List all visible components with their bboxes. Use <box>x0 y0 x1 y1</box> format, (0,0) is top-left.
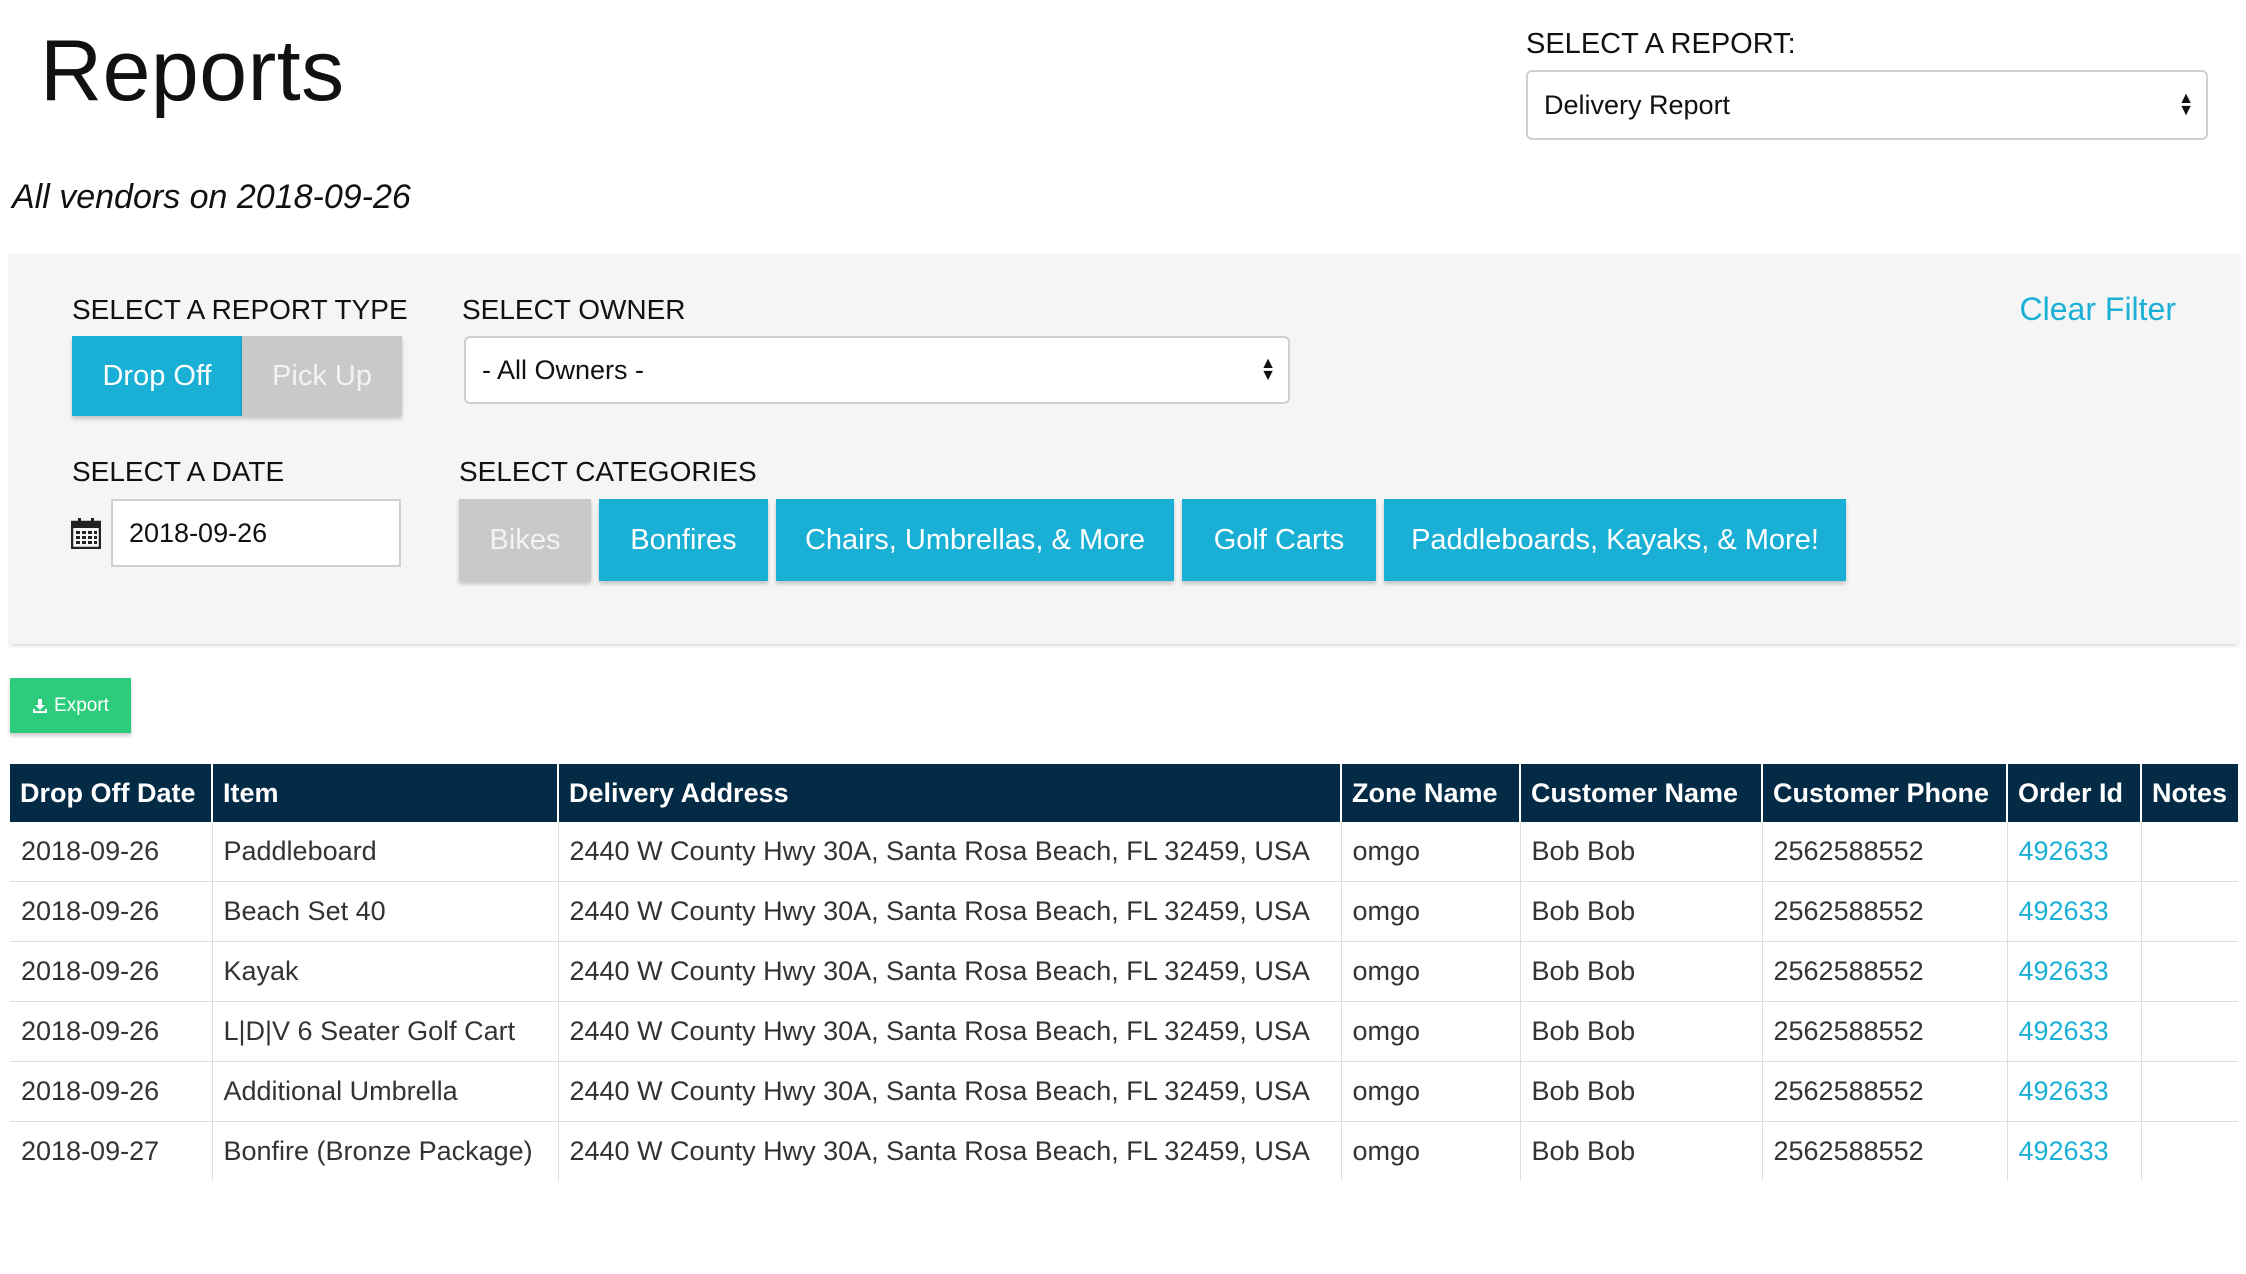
table-row: 2018-09-26 Additional Umbrella 2440 W Coun… <box>10 1061 2238 1122</box>
cell-notes <box>2141 822 2238 882</box>
select-arrows-icon: ▲ ▼ <box>1260 355 1276 384</box>
column-header-item[interactable]: Item <box>212 764 559 822</box>
cell-delivery-address: 2440 W County Hwy 30A, Santa Rosa Beach,… <box>558 1061 1342 1122</box>
calendar-icon[interactable] <box>71 517 101 549</box>
cell-customer-name: Bob Bob <box>1520 1061 1763 1122</box>
cell-customer-phone: 2562588552 <box>1762 1121 2008 1181</box>
cell-customer-phone: 2562588552 <box>1762 941 2008 1002</box>
pick-up-button[interactable]: Pick Up <box>242 336 402 416</box>
date-input[interactable]: 2018-09-26 <box>111 499 401 567</box>
cell-drop-off-date: 2018-09-27 <box>10 1121 213 1181</box>
cell-customer-phone: 2562588552 <box>1762 822 2008 882</box>
cell-zone-name: omgo <box>1341 822 1521 882</box>
order-id-link[interactable]: 492633 <box>2007 941 2142 1002</box>
clear-filter-link[interactable]: Clear Filter <box>2020 291 2176 328</box>
table-row: 2018-09-26 L|D|V 6 Seater Golf Cart 2440 W… <box>10 1001 2238 1062</box>
category-bikes-button[interactable]: Bikes <box>459 499 591 581</box>
table-body: 2018-09-26 Paddleboard 2440 W County Hwy 3… <box>10 822 2238 1181</box>
column-header-drop-off-date[interactable]: Drop Off Date <box>10 764 213 822</box>
download-icon <box>33 698 48 713</box>
order-id-link[interactable]: 492633 <box>2007 1001 2142 1062</box>
cell-delivery-address: 2440 W County Hwy 30A, Santa Rosa Beach,… <box>558 822 1342 882</box>
cell-item: Additional Umbrella <box>212 1061 559 1122</box>
cell-zone-name: omgo <box>1341 1121 1521 1181</box>
cell-customer-name: Bob Bob <box>1520 881 1763 942</box>
cell-zone-name: omgo <box>1341 1061 1521 1122</box>
cell-customer-name: Bob Bob <box>1520 1121 1763 1181</box>
report-select-value: Delivery Report <box>1544 89 1731 120</box>
table-row: 2018-09-27 Bonfire (Bronze Package) 2440 W… <box>10 1121 2238 1182</box>
table-row: 2018-09-26 Beach Set 40 2440 W County Hwy … <box>10 881 2238 942</box>
cell-delivery-address: 2440 W County Hwy 30A, Santa Rosa Beach,… <box>558 941 1342 1002</box>
table-header-row: Drop Off Date Item Delivery Address Zone… <box>10 764 2238 822</box>
column-header-delivery-address[interactable]: Delivery Address <box>558 764 1342 822</box>
report-select[interactable]: Delivery Report ▲ ▼ <box>1526 70 2208 140</box>
date-picker: 2018-09-26 <box>71 499 401 567</box>
categories-label: SELECT CATEGORIES <box>459 456 757 487</box>
cell-drop-off-date: 2018-09-26 <box>10 941 213 1002</box>
order-id-link[interactable]: 492633 <box>2007 881 2142 942</box>
category-bonfires-button[interactable]: Bonfires <box>599 499 768 581</box>
cell-customer-phone: 2562588552 <box>1762 1001 2008 1062</box>
cell-item: Beach Set 40 <box>212 881 559 942</box>
cell-notes <box>2141 1001 2238 1062</box>
cell-item: L|D|V 6 Seater Golf Cart <box>212 1001 559 1062</box>
category-chairs-button[interactable]: Chairs, Umbrellas, & More <box>776 499 1174 581</box>
cell-zone-name: omgo <box>1341 1001 1521 1062</box>
delivery-report-table: Drop Off Date Item Delivery Address Zone… <box>10 764 2238 1181</box>
drop-off-button[interactable]: Drop Off <box>72 336 242 416</box>
cell-zone-name: omgo <box>1341 941 1521 1002</box>
select-arrows-icon: ▲ ▼ <box>2178 90 2194 119</box>
column-header-customer-phone[interactable]: Customer Phone <box>1762 764 2008 822</box>
category-golf-carts-button[interactable]: Golf Carts <box>1182 499 1376 581</box>
cell-drop-off-date: 2018-09-26 <box>10 881 213 942</box>
page-title: Reports <box>40 23 345 119</box>
report-select-label: SELECT A REPORT: <box>1526 28 1796 60</box>
date-label: SELECT A DATE <box>72 456 285 487</box>
cell-item: Paddleboard <box>212 822 559 882</box>
category-paddleboards-button[interactable]: Paddleboards, Kayaks, & More! <box>1384 499 1846 581</box>
cell-customer-name: Bob Bob <box>1520 822 1763 882</box>
cell-customer-phone: 2562588552 <box>1762 1061 2008 1122</box>
cell-delivery-address: 2440 W County Hwy 30A, Santa Rosa Beach,… <box>558 1001 1342 1062</box>
order-id-link[interactable]: 492633 <box>2007 1121 2142 1181</box>
cell-notes <box>2141 941 2238 1002</box>
export-label: Export <box>54 694 109 716</box>
column-header-customer-name[interactable]: Customer Name <box>1520 764 1763 822</box>
cell-notes <box>2141 1122 2238 1182</box>
column-header-order-id[interactable]: Order Id <box>2007 764 2142 822</box>
cell-customer-name: Bob Bob <box>1520 941 1763 1002</box>
order-id-link[interactable]: 492633 <box>2007 822 2142 882</box>
owner-select[interactable]: - All Owners - ▲ ▼ <box>464 336 1290 404</box>
export-button[interactable]: Export <box>10 678 131 733</box>
cell-drop-off-date: 2018-09-26 <box>10 822 213 882</box>
cell-notes <box>2141 1061 2238 1122</box>
table-row: 2018-09-26 Kayak 2440 W County Hwy 30A, Sa… <box>10 941 2238 1002</box>
cell-item: Kayak <box>212 941 559 1002</box>
table-row: 2018-09-26 Paddleboard 2440 W County Hwy 3… <box>10 822 2238 882</box>
order-id-link[interactable]: 492633 <box>2007 1061 2142 1122</box>
report-subtitle: All vendors on 2018-09-26 <box>12 178 411 216</box>
cell-drop-off-date: 2018-09-26 <box>10 1061 213 1122</box>
column-header-notes[interactable]: Notes <box>2141 764 2238 822</box>
cell-customer-name: Bob Bob <box>1520 1001 1763 1062</box>
cell-delivery-address: 2440 W County Hwy 30A, Santa Rosa Beach,… <box>558 881 1342 942</box>
owner-select-value: - All Owners - <box>482 354 645 385</box>
cell-delivery-address: 2440 W County Hwy 30A, Santa Rosa Beach,… <box>558 1121 1342 1181</box>
column-header-zone-name[interactable]: Zone Name <box>1341 764 1521 822</box>
cell-zone-name: omgo <box>1341 881 1521 942</box>
owner-label: SELECT OWNER <box>462 294 686 325</box>
cell-notes <box>2141 881 2238 942</box>
cell-item: Bonfire (Bronze Package) <box>212 1121 559 1181</box>
report-type-label: SELECT A REPORT TYPE <box>72 294 408 325</box>
cell-drop-off-date: 2018-09-26 <box>10 1001 213 1062</box>
filter-panel: SELECT A REPORT TYPE Drop Off Pick Up SE… <box>10 254 2238 644</box>
cell-customer-phone: 2562588552 <box>1762 881 2008 942</box>
